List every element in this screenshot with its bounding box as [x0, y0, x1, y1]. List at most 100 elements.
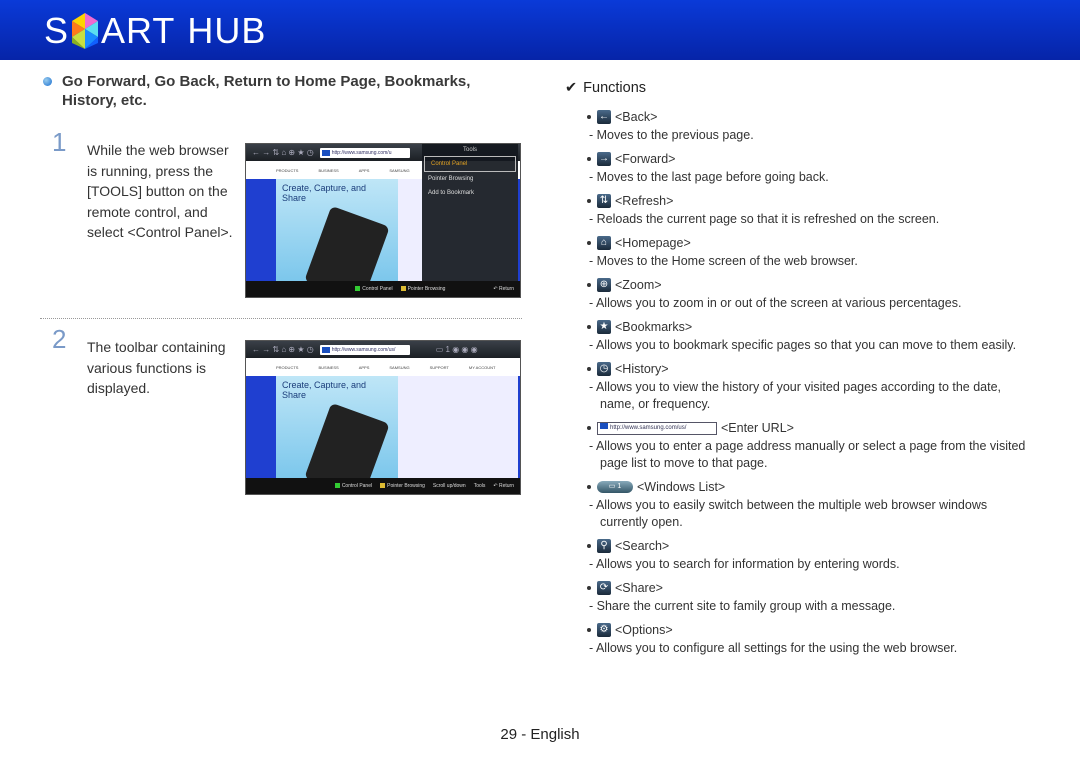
bookmark-star-icon: ★ — [597, 320, 611, 334]
function-label-row: ◷ <History> — [587, 359, 1045, 379]
home-icon: ⌂ — [597, 236, 611, 250]
logo-text: ART — [101, 10, 176, 51]
nav-item: PRODUCTS — [276, 364, 299, 370]
key-name: TOOLS — [90, 183, 139, 199]
hint-label: Return — [498, 286, 514, 292]
bottom-bar: Control Panel Pointer Browsing ↶ Return — [246, 281, 520, 297]
function-label: <Bookmarks> — [615, 320, 693, 334]
divider — [40, 318, 522, 319]
hint: ↶ Return — [493, 483, 514, 489]
header-banner: S ART HUB — [0, 0, 1080, 60]
forward-arrow-icon: → — [597, 152, 611, 166]
back-arrow-icon: ← — [597, 110, 611, 124]
tools-menu: Tools Control Panel Pointer Browsing Add… — [422, 144, 518, 281]
hint-label: Tools — [473, 483, 486, 489]
function-item: ⌂ <Homepage> Moves to the Home screen of t… — [587, 233, 1045, 270]
step-text: While the web browser is running, press … — [87, 140, 237, 243]
hero-title: Create, Capture, and Share — [282, 380, 367, 400]
nav-item: BUSINESS — [318, 364, 339, 370]
functions-panel: ✔ Functions ← <Back> Moves to the previous … — [565, 79, 1045, 662]
history-clock-icon: ◷ — [597, 362, 611, 376]
hint-label: Return — [498, 483, 514, 489]
hint-label: Pointer Browsing — [387, 483, 425, 489]
smart-hub-logo: S ART HUB — [44, 9, 266, 53]
menu-item-pointer-browsing[interactable]: Pointer Browsing — [422, 172, 518, 186]
logo-cube-icon — [72, 13, 99, 49]
function-label-row: ⟳ <Share> — [587, 578, 1045, 598]
nav-item: SAMSUNG — [389, 167, 410, 173]
function-label-row: → <Forward> — [587, 149, 1045, 169]
function-label: <Windows List> — [637, 480, 726, 494]
logo-letter: S — [44, 10, 70, 51]
nav-item: MY ACCOUNT — [468, 364, 496, 370]
windows-list-icon: ▭ 1 — [597, 481, 633, 493]
window-count: 1 — [617, 483, 622, 490]
menu-item-add-bookmark[interactable]: Add to Bookmark — [422, 186, 518, 200]
step-text-part: >. — [220, 224, 233, 240]
function-label-row: ⊕ <Zoom> — [587, 275, 1045, 295]
function-label: <Share> — [615, 581, 663, 595]
function-description: Allows you to search for information by … — [587, 556, 1027, 573]
hero-banner: Create, Capture, and Share — [276, 179, 398, 297]
function-item: ⊕ <Zoom> Allows you to zoom in or out of t… — [587, 275, 1045, 312]
step-text: The toolbar containing various functions… — [87, 339, 226, 396]
function-item: → <Forward> Moves to the last page before … — [587, 149, 1045, 186]
side-panel — [398, 376, 518, 478]
nav-item: APPS — [358, 167, 370, 173]
function-label: <Back> — [615, 110, 658, 124]
hint: Pointer Browsing — [380, 483, 425, 489]
url-text: http://www.samsung.com/u — [331, 149, 392, 156]
hint: Control Panel — [355, 286, 393, 292]
function-label: <Homepage> — [615, 236, 691, 250]
function-label-row: ⚲ <Search> — [587, 536, 1045, 556]
function-description: Moves to the previous page. — [587, 127, 1027, 144]
nav-item: APPS — [358, 364, 370, 370]
site-nav: PRODUCTS BUSINESS APPS SAMSUNG SUPPORT MY ACC… — [246, 358, 520, 376]
function-label-row: http://www.samsung.com/us/ <Enter URL> — [587, 418, 1045, 438]
section-heading-text: Go Forward, Go Back, Return to Home Page… — [62, 73, 471, 109]
function-item: ★ <Bookmarks> Allows you to bookmark speci… — [587, 317, 1045, 354]
hint-label: Control Panel — [362, 286, 393, 292]
hint: Pointer Browsing — [400, 286, 446, 292]
function-label: <History> — [615, 362, 669, 376]
tools-title: Tools — [462, 147, 477, 153]
function-label-row: ★ <Bookmarks> — [587, 317, 1045, 337]
step-number: 2 — [52, 324, 67, 354]
function-description: Allows you to view the history of your v… — [587, 379, 1027, 413]
function-item: ▭ 1 <Windows List> Allows you to easily sw… — [587, 477, 1045, 531]
function-item: ⚙ <Options> Allows you to configure all se… — [587, 620, 1045, 657]
function-label: <Zoom> — [615, 278, 662, 292]
url-field: http://www.samsung.com/us/ — [319, 344, 410, 355]
function-item: ⟳ <Share> Share the current site to family… — [587, 578, 1045, 615]
menu-item-control-panel[interactable]: Control Panel — [424, 156, 516, 172]
nav-item: PRODUCTS — [276, 167, 299, 173]
refresh-icon: ⇅ — [597, 194, 611, 208]
function-label-row: ▭ 1 <Windows List> — [587, 477, 1045, 497]
section-heading: Go Forward, Go Back, Return to Home Page… — [43, 72, 493, 110]
nav-item: SUPPORT — [429, 364, 449, 370]
hint-label: Scroll up/down — [432, 483, 466, 489]
hint-label: Pointer Browsing — [407, 286, 446, 292]
url-text: http://www.samsung.com/us/ — [331, 346, 396, 353]
nav-item: BUSINESS — [318, 167, 339, 173]
share-icon: ⟳ — [597, 581, 611, 595]
function-description: Share the current site to family group w… — [587, 598, 1027, 615]
function-label-row: ← <Back> — [587, 107, 1045, 127]
logo-hub: HUB — [187, 10, 267, 51]
function-item: ⚲ <Search> Allows you to search for inform… — [587, 536, 1045, 573]
hint: Control Panel — [334, 483, 372, 489]
function-label-row: ⚙ <Options> — [587, 620, 1045, 640]
function-label: <Enter URL> — [721, 421, 794, 435]
step-number: 1 — [52, 127, 67, 157]
options-gear-icon: ⚙ — [597, 623, 611, 637]
functions-title: Functions — [583, 80, 647, 96]
hero-banner: Create, Capture, and Share — [276, 376, 398, 494]
function-description: Allows you to enter a page address manua… — [587, 438, 1027, 472]
function-item: http://www.samsung.com/us/ <Enter URL> All… — [587, 418, 1045, 472]
function-label: <Search> — [615, 539, 670, 553]
function-item: ◷ <History> Allows you to view the history… — [587, 359, 1045, 413]
function-label: <Options> — [615, 623, 673, 637]
page-number: 29 - English — [500, 726, 580, 743]
zoom-icon: ⊕ — [597, 278, 611, 292]
function-description: Reloads the current page so that it is r… — [587, 211, 1027, 228]
